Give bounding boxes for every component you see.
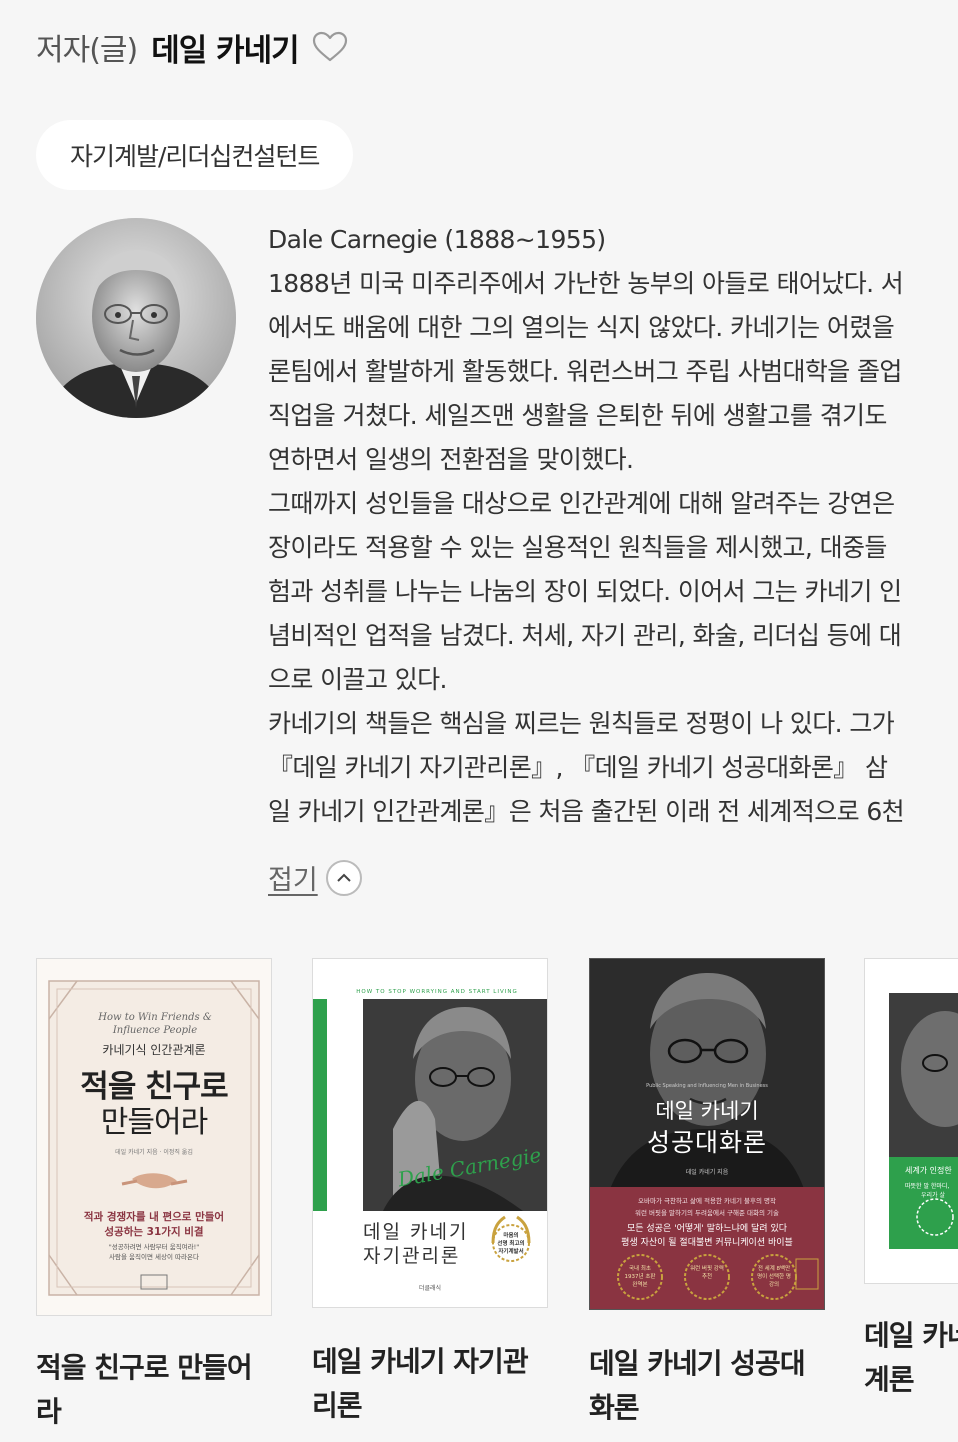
book-title-line[interactable]: 데일 카네기 자기관 (312, 1340, 552, 1384)
book-title[interactable]: 데일 카네 계론 (864, 1314, 958, 1402)
book-title-line[interactable]: 데일 카네기 성공대 (589, 1342, 829, 1386)
book-title-line[interactable]: 리론 (312, 1384, 552, 1428)
bio-line: 으로 이끌고 있다. (268, 665, 447, 694)
bio-line: 카네기의 책들은 핵심을 찌르는 원칙들로 정평이 나 있다. 그가 (268, 709, 895, 738)
book-cover[interactable]: Public Speaking and Influencing Men in B… (589, 958, 825, 1310)
book-title-line[interactable]: 계론 (864, 1358, 958, 1402)
author-header: 저자(글) 데일 카네기 (36, 22, 349, 72)
author-role-label: 저자(글) (36, 33, 138, 68)
cover-publisher: 더클래식 (418, 1285, 442, 1292)
book-card[interactable]: 세계가 인정한 따뜻한 말 한마디, 우리가 살 데일 카네 계론 (864, 958, 958, 1442)
book-title[interactable]: 적을 친구로 만들어 라 (36, 1346, 276, 1434)
cover-description: 모든 성공은 '어떻게' 말하느냐에 달려 있다 (626, 1224, 787, 1234)
book-card[interactable]: How to Win Friends & Influence People 카네… (36, 958, 272, 1442)
bio-line: 1888년 미국 미주리주에서 가난한 농부의 아들로 태어났다. 서 (268, 269, 904, 298)
collapse-label[interactable]: 접기 (268, 858, 318, 897)
cover-main-title: 만들어라 (100, 1105, 208, 1140)
cover-subtitle: Public Speaking and Influencing Men in B… (646, 1083, 768, 1089)
cover-main-title: 데일 카네기 (363, 1221, 469, 1243)
bio-line: 직업을 거쳤다. 세일즈맨 생활을 은퇴한 뒤에 생활고를 겪기도 (268, 401, 887, 430)
cover-laurel-text: 국내 최초 1937년 초판 완역본 (624, 1266, 656, 1288)
cover-description: 오바마가 극찬하고 삶에 적용한 카네기 불후의 명작 (638, 1197, 776, 1205)
cover-laurel-text: 워런 버핏 강력 추천 (690, 1266, 724, 1280)
book-cover[interactable]: 세계가 인정한 따뜻한 말 한마디, 우리가 살 (864, 958, 958, 1284)
bio-line: 험과 성취를 나누는 나눔의 장이 되었다. 이어서 그는 카네기 인 (268, 577, 902, 606)
bio-line: 론팀에서 활발하게 활동했다. 워런스버그 주립 사범대학을 졸업 (268, 357, 902, 386)
book-card[interactable]: Public Speaking and Influencing Men in B… (589, 958, 825, 1442)
book-title-line[interactable]: 데일 카네 (864, 1314, 958, 1358)
cover-description: 워런 버핏을 말하기의 두려움에서 구해준 대화의 기술 (635, 1209, 779, 1217)
bio-line: 일 카네기 인간관계론』은 처음 출간된 이래 전 세계적으로 6천 (268, 797, 905, 826)
book-card[interactable]: HOW TO STOP WORRYING AND START LIVING Da… (312, 958, 548, 1442)
book-title-line[interactable]: 화론 (589, 1386, 829, 1430)
cover-quote: "성공하려면 사람부터 움직여라!" (108, 1243, 200, 1251)
book-title-line[interactable]: 적을 친구로 만들어 (36, 1346, 276, 1390)
cover-script-text: How to Win Friends & Influence People (98, 1012, 212, 1036)
cover-text: 따뜻한 말 한마디, (905, 1183, 950, 1190)
bio-line: 연하면서 일생의 전환점을 맞이했다. (268, 445, 634, 474)
cover-badge-text: 자기계발서 (498, 1249, 524, 1255)
cover-quote: 사람을 움직이면 세상이 따라온다 (109, 1253, 199, 1261)
bio-line: 념비적인 업적을 남겼다. 처세, 자기 관리, 화술, 리더십 등에 대 (268, 621, 902, 650)
book-cover[interactable]: How to Win Friends & Influence People 카네… (36, 958, 272, 1316)
bio-line: Dale Carnegie (1888~1955) (268, 225, 606, 254)
cover-badge-text: 선명 최고의 (497, 1241, 525, 1247)
cover-main-title: 자기관리론 (363, 1245, 461, 1267)
cover-text: 세계가 인정한 (905, 1166, 952, 1175)
cover-author-line: 데일 카네기 지음 · 이정직 옮김 (115, 1149, 193, 1156)
bio-line: 장이라도 적용할 수 있는 실용적인 원칙들을 제시했고, 대중들 (268, 533, 887, 562)
chevron-up-icon[interactable] (325, 859, 362, 896)
cover-main-title: 데일 카네기 (655, 1099, 759, 1123)
cover-laurel-text: 전 세계 8백만 명이 선택한 명강의 (757, 1266, 791, 1288)
occupation-chip: 자기계발/리더십컨설턴트 (36, 120, 354, 190)
heart-icon[interactable] (311, 30, 349, 64)
bio-line: 『데일 카네기 자기관리론』, 『데일 카네기 성공대화론』 삼 (268, 753, 888, 782)
bio-line: 에서도 배움에 대한 그의 열의는 식지 않았다. 카네기는 어렸을 (268, 313, 895, 342)
book-title-line[interactable]: 라 (36, 1390, 276, 1434)
cover-tagline: 성공하는 31가지 비결 (104, 1226, 204, 1238)
bio-line: 그때까지 성인들을 대상으로 인간관계에 대해 알려주는 강연은 (268, 489, 895, 518)
cover-top-text: HOW TO STOP WORRYING AND START LIVING (356, 989, 518, 995)
book-title[interactable]: 데일 카네기 성공대 화론 (589, 1342, 829, 1430)
book-cover[interactable]: HOW TO STOP WORRYING AND START LIVING Da… (312, 958, 548, 1308)
cover-series-text: 카네기식 인간관계론 (102, 1043, 206, 1057)
cover-tagline: 적과 경쟁자를 내 편으로 만들어 (83, 1211, 225, 1223)
author-page: 저자(글) 데일 카네기 자기계발/리더십컨설턴트 Dale Carnegie … (0, 0, 958, 1442)
cover-description: 평생 자산이 될 절대불변 커뮤니케이션 바이블 (621, 1238, 793, 1248)
author-biography: Dale Carnegie (1888~1955) 1888년 미국 미주리주에… (268, 218, 958, 834)
author-name[interactable]: 데일 카네기 (151, 25, 299, 70)
collapse-toggle[interactable]: 접기 (268, 858, 362, 897)
cover-main-title: 성공대화론 (646, 1128, 767, 1157)
book-title[interactable]: 데일 카네기 자기관 리론 (312, 1340, 552, 1428)
cover-badge-text: 마음의 (503, 1233, 519, 1239)
author-portrait (36, 218, 236, 418)
cover-author-line: 데일 카네기 지음 (685, 1169, 729, 1176)
cover-text: 우리가 살 (921, 1192, 945, 1199)
